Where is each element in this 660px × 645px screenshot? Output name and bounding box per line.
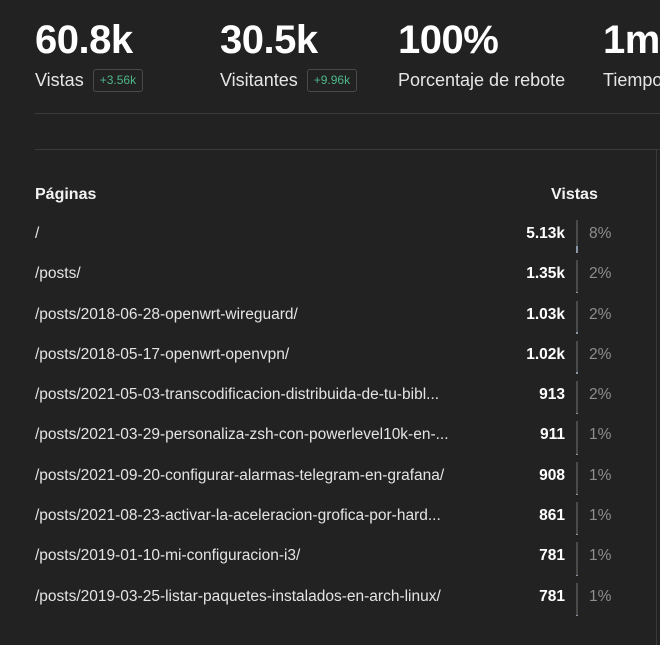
metrics-bar: 60.8k Vistas +3.56k 30.5k Visitantes +9.… <box>35 12 660 112</box>
page-path[interactable]: /posts/2021-03-29-personaliza-zsh-con-po… <box>35 426 507 444</box>
page-path[interactable]: /posts/2019-01-10-mi-configuracion-i3/ <box>35 547 507 565</box>
page-views: 1.03k <box>526 305 565 323</box>
table-row[interactable]: /posts/2021-03-29-personaliza-zsh-con-po… <box>35 417 625 457</box>
page-path[interactable]: /posts/2021-05-03-transcodificacion-dist… <box>35 386 507 404</box>
page-views: 5.13k <box>526 225 565 242</box>
metrics-divider <box>35 113 660 114</box>
page-views: 908 <box>539 466 565 484</box>
page-percentage: 8% <box>589 225 612 242</box>
share-bar-fill <box>576 493 578 495</box>
page-path[interactable]: /posts/2018-05-17-openwrt-openvpn/ <box>35 346 507 364</box>
page-path[interactable]: /posts/2019-03-25-listar-paquetes-instal… <box>35 588 507 606</box>
metric-visitors-value: 30.5k <box>220 18 318 62</box>
table-row[interactable]: /posts/2018-06-28-openwrt-wireguard/1.03… <box>35 297 625 337</box>
metric-visitors-change-badge: +9.96k <box>306 68 358 92</box>
page-percentage: 1% <box>589 426 612 444</box>
share-bar <box>576 300 578 334</box>
page-views: 911 <box>539 426 565 444</box>
table-row[interactable]: /posts/2019-03-25-listar-paquetes-instal… <box>35 579 625 619</box>
header-views[interactable]: Vistas <box>551 186 598 204</box>
page-percentage: 1% <box>589 466 612 484</box>
table-row[interactable]: /posts/1.35k 2% <box>35 256 625 296</box>
metric-visitors[interactable]: 30.5k Visitantes +9.96k <box>220 12 358 92</box>
analytics-page: 60.8k Vistas +3.56k 30.5k Visitantes +9.… <box>0 0 660 645</box>
metric-views[interactable]: 60.8k Vistas +3.56k <box>35 12 144 92</box>
metric-time[interactable]: 1m Tiempo <box>603 12 660 92</box>
page-views: 1.35k <box>526 265 565 283</box>
share-bar <box>576 582 578 616</box>
share-bar <box>576 461 578 495</box>
page-path[interactable]: /posts/2021-08-23-activar-la-aceleracion… <box>35 507 507 525</box>
share-bar <box>576 421 578 455</box>
share-bar <box>576 542 578 576</box>
page-percentage: 1% <box>589 587 612 605</box>
page-percentage: 2% <box>589 265 612 283</box>
share-bar <box>576 260 578 294</box>
share-bar-fill <box>576 412 578 415</box>
metric-views-change-badge: +3.56k <box>92 68 144 92</box>
metric-visitors-label: Visitantes <box>220 70 298 90</box>
share-bar-fill <box>576 614 578 616</box>
table-row[interactable]: /posts/2018-05-17-openwrt-openvpn/1.02k 2… <box>35 337 625 377</box>
share-bar-fill <box>576 534 578 536</box>
table-row[interactable]: /posts/2021-09-20-configurar-alarmas-tel… <box>35 458 625 498</box>
metric-views-label: Vistas <box>35 70 84 90</box>
page-path[interactable]: / <box>35 225 507 243</box>
share-bar-fill <box>576 453 578 455</box>
share-bar <box>576 220 578 253</box>
pages-table: Páginas Vistas /5.13k 8%/posts/1.35k 2%/po… <box>35 180 625 619</box>
header-pages[interactable]: Páginas <box>35 186 96 204</box>
table-row[interactable]: /posts/2019-01-10-mi-configuracion-i3/78… <box>35 538 625 578</box>
page-percentage: 1% <box>589 547 612 565</box>
share-bar-fill <box>576 291 578 294</box>
table-row[interactable]: /posts/2021-08-23-activar-la-aceleracion… <box>35 498 625 538</box>
page-views: 781 <box>539 587 565 605</box>
page-percentage: 2% <box>589 386 612 404</box>
page-views: 781 <box>539 547 565 565</box>
page-path[interactable]: /posts/2021-09-20-configurar-alarmas-tel… <box>35 467 507 485</box>
metric-bounce-rate-label: Porcentaje de rebote <box>398 70 566 90</box>
share-bar <box>576 502 578 536</box>
share-bar-fill <box>576 246 578 253</box>
share-bar <box>576 340 578 374</box>
share-bar <box>576 381 578 415</box>
metric-time-value: 1m <box>603 18 660 62</box>
table-header: Páginas Vistas <box>35 180 625 216</box>
metric-bounce-rate-value: 100% <box>398 18 499 62</box>
share-bar-fill <box>576 574 578 576</box>
share-bar-fill <box>576 372 578 374</box>
page-percentage: 2% <box>589 345 612 363</box>
page-percentage: 1% <box>589 507 612 525</box>
panel-border <box>656 150 657 645</box>
metric-time-label: Tiempo <box>603 70 660 90</box>
page-views: 861 <box>539 507 565 525</box>
panel-divider <box>35 149 660 150</box>
page-path[interactable]: /posts/ <box>35 265 507 283</box>
table-body: /5.13k 8%/posts/1.35k 2%/posts/2018-06-28-… <box>35 216 625 619</box>
page-path[interactable]: /posts/2018-06-28-openwrt-wireguard/ <box>35 306 507 324</box>
page-views: 1.02k <box>526 345 565 363</box>
table-row[interactable]: / 5.13k 8% <box>35 216 625 256</box>
metric-views-value: 60.8k <box>35 18 133 62</box>
metric-bounce-rate[interactable]: 100% Porcentaje de rebote <box>398 12 565 92</box>
table-row[interactable]: /posts/2021-05-03-transcodificacion-dist… <box>35 377 625 417</box>
share-bar-fill <box>576 331 578 334</box>
page-percentage: 2% <box>589 305 612 323</box>
page-views: 913 <box>539 386 565 404</box>
